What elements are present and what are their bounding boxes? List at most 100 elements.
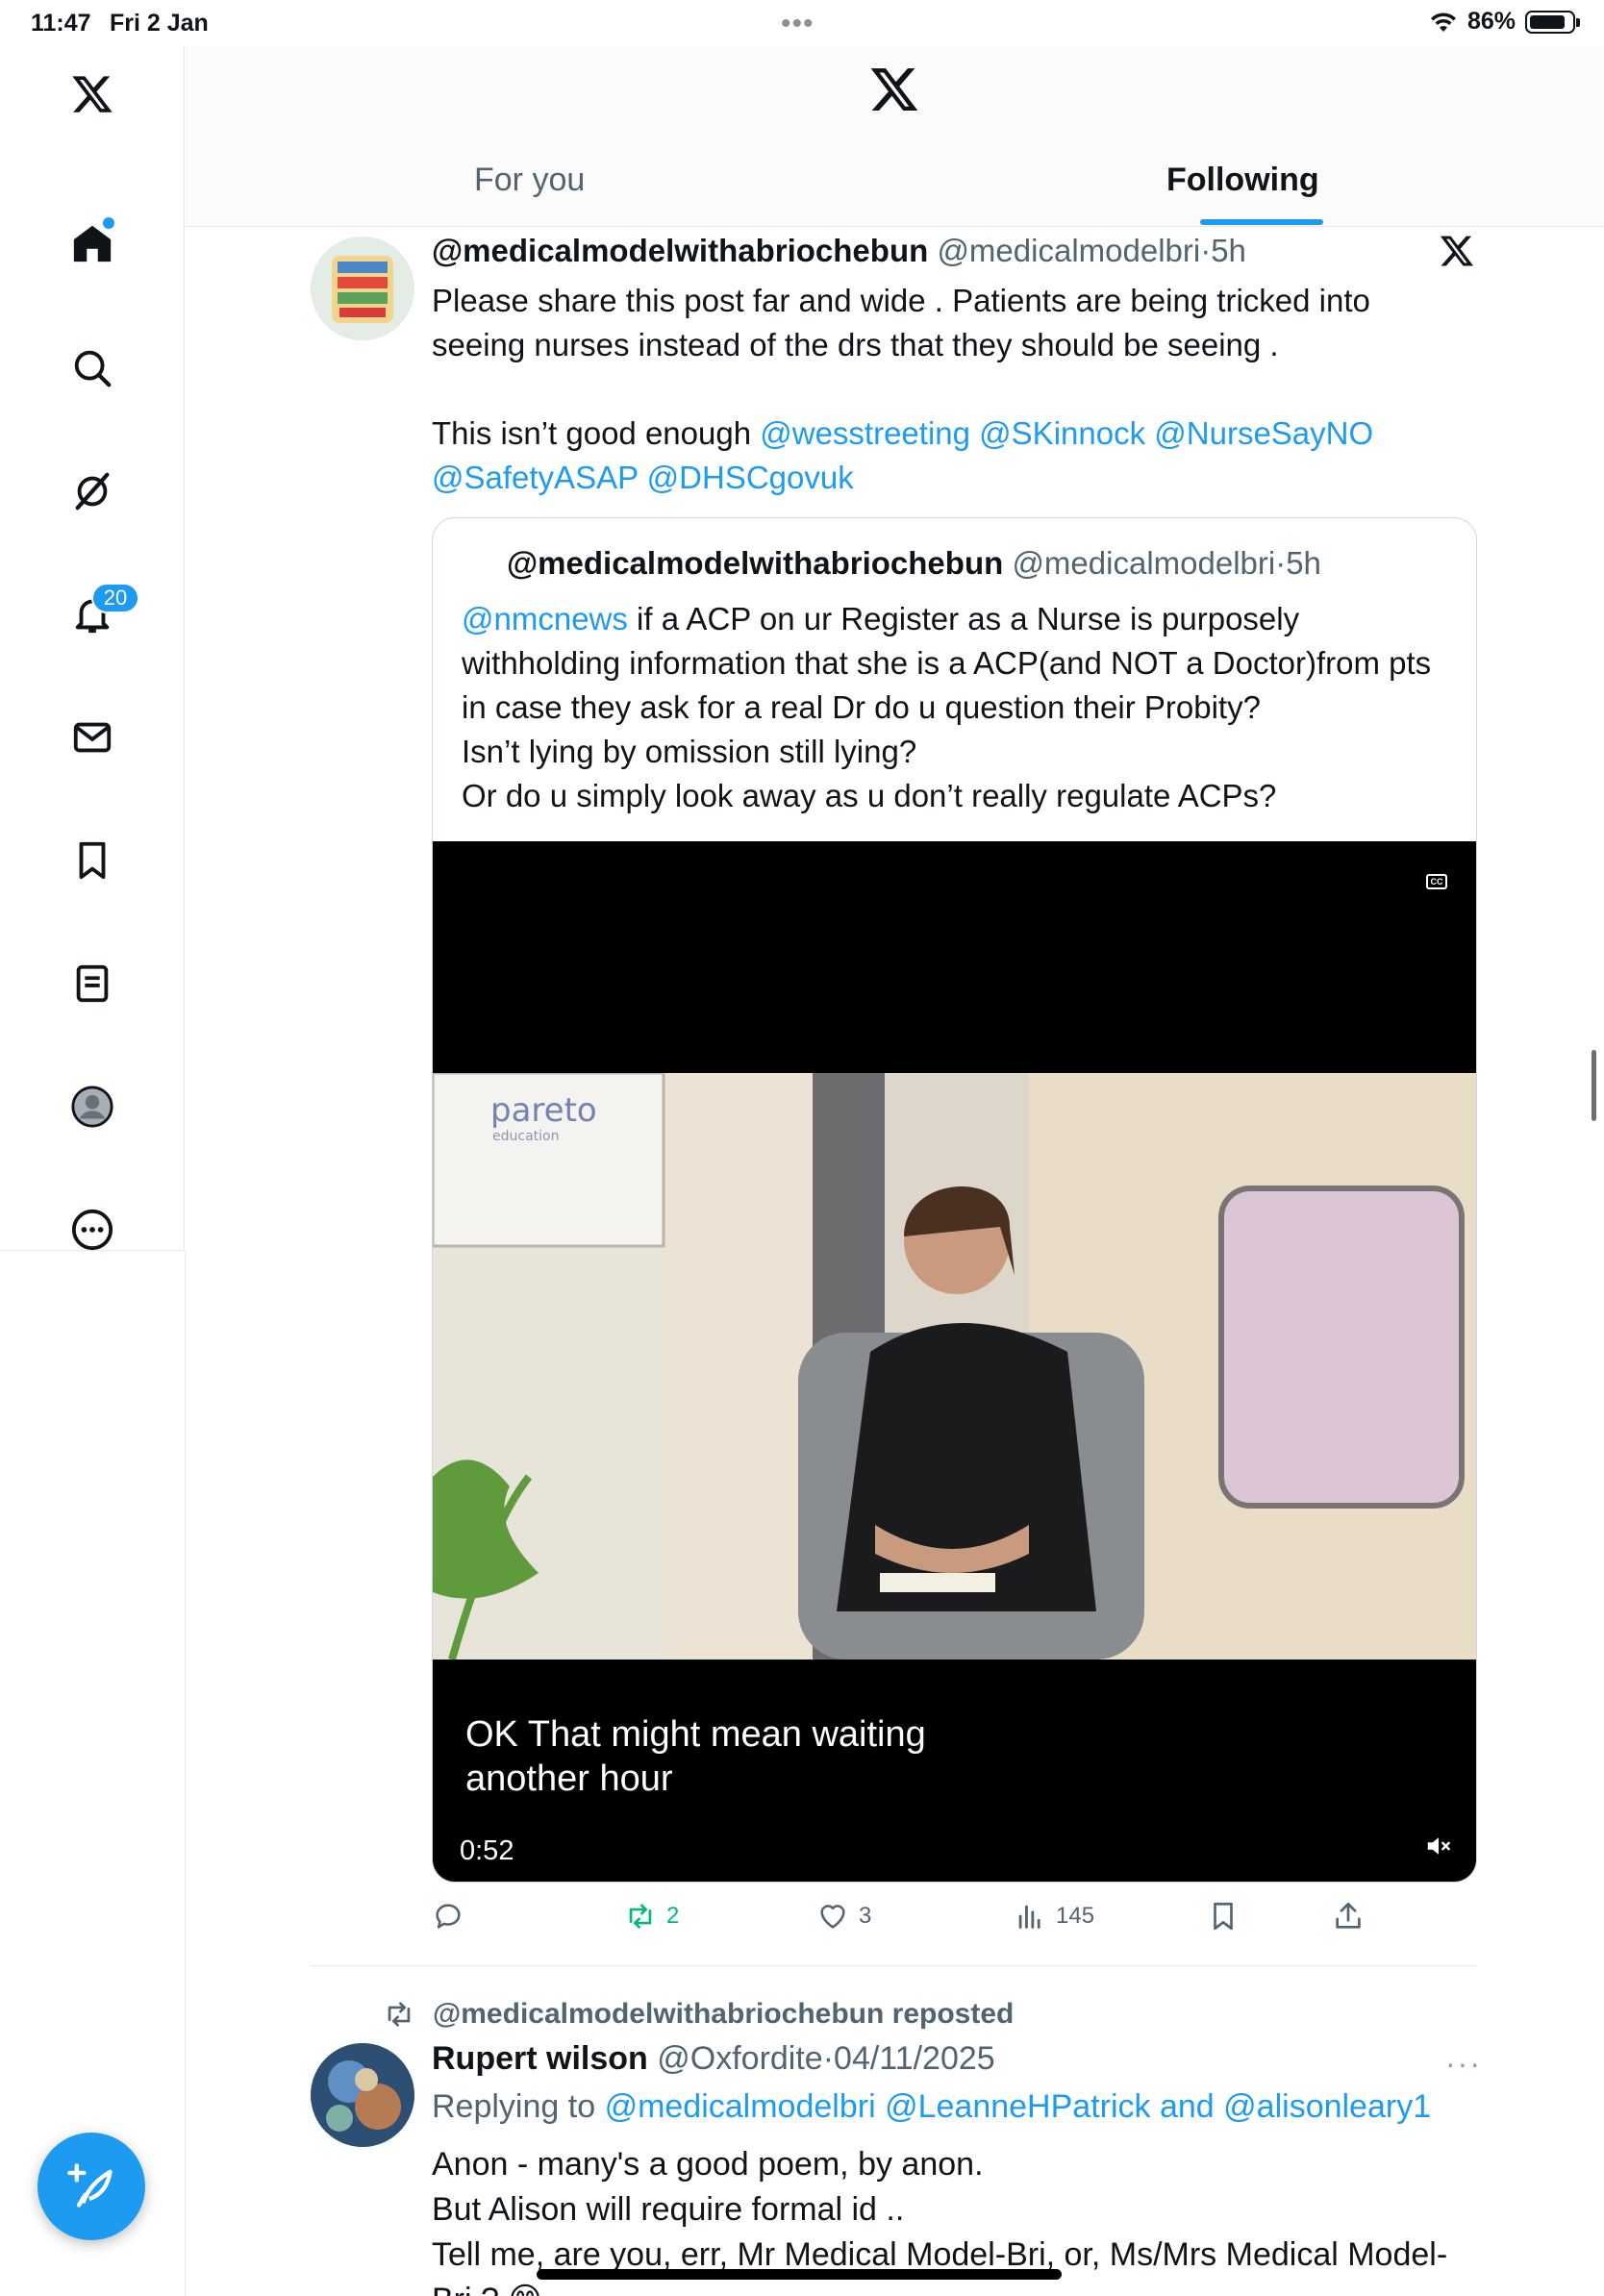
repost-icon <box>629 1904 652 1929</box>
bookmark-icon <box>1214 1902 1233 1931</box>
video-duration: 0:52 <box>460 1835 514 1866</box>
notifications-badge: 20 <box>91 583 139 613</box>
video-caption: OK That might mean waiting another hour <box>465 1714 926 1799</box>
mention-link[interactable]: @SKinnock <box>979 415 1145 451</box>
tweet-text-prefix: This isn’t good enough <box>432 415 752 451</box>
views-button[interactable]: 145 <box>1014 1900 1094 1933</box>
messages-icon[interactable] <box>49 694 136 781</box>
tab-for-you[interactable]: For you <box>474 162 585 199</box>
repost-button[interactable]: 2 <box>624 1900 679 1933</box>
status-right: 86% <box>1429 8 1580 36</box>
home-unread-dot <box>103 217 114 229</box>
timestamp[interactable]: 5h <box>1286 545 1321 581</box>
x-logo-icon[interactable] <box>868 63 920 115</box>
mention-link[interactable]: @medicalmodelbri <box>605 2088 876 2125</box>
heart-icon <box>820 1905 845 1929</box>
video-brand: pareto <box>490 1091 597 1130</box>
mention-link[interactable]: @DHSCgovuk <box>647 460 854 495</box>
like-button[interactable]: 3 <box>816 1900 871 1933</box>
feather-plus-icon <box>67 2163 113 2208</box>
lists-icon[interactable] <box>49 940 136 1027</box>
x-logo-icon <box>1440 236 1474 266</box>
more-options-button[interactable]: ··· <box>1445 2046 1482 2082</box>
home-indicator[interactable] <box>537 2269 1062 2280</box>
tweet-text: Please share this post far and wide . Pa… <box>432 279 1451 500</box>
tweet-actions: 2 3 145 <box>432 1900 1451 1944</box>
views-chart-icon <box>1018 1905 1040 1929</box>
reposted-by[interactable]: @medicalmodelwithabriochebun reposted <box>433 1998 1014 2031</box>
display-name[interactable]: Rupert wilson <box>432 2040 648 2077</box>
battery-percent: 86% <box>1466 8 1516 35</box>
display-name[interactable]: @medicalmodelwithabriochebun <box>507 545 1003 581</box>
quote-para-2: Isn’t lying by omission still lying? <box>462 734 917 769</box>
view-count: 145 <box>1056 1903 1095 1929</box>
status-bar: 11:47 Fri 2 Jan ••• 86% <box>0 0 1604 46</box>
status-date: Fri 2 Jan <box>110 10 209 37</box>
repost-context: @medicalmodelwithabriochebun reposted <box>383 1998 1014 2031</box>
video-frame-image: pareto education <box>433 1073 1476 1660</box>
quote-para-3: Or do u simply look away as u don’t real… <box>462 778 1277 813</box>
muted-speaker-icon[interactable] <box>1424 1832 1453 1860</box>
side-nav: 20 <box>0 46 185 1251</box>
tab-following[interactable]: Following <box>1166 162 1319 199</box>
scrollbar[interactable] <box>1591 1050 1596 1121</box>
notifications-icon[interactable]: 20 <box>49 571 139 658</box>
tweet-header: Rupert wilson @Oxfordite·04/11/2025 <box>432 2040 995 2078</box>
home-icon[interactable] <box>49 200 136 287</box>
multitasking-dots[interactable]: ••• <box>781 8 815 40</box>
avatar[interactable] <box>311 2043 414 2147</box>
replying-and: and <box>1159 2088 1215 2125</box>
video-brand-sub: education <box>492 1129 559 1144</box>
status-time: 11:47 <box>31 10 91 37</box>
timestamp[interactable]: 5h <box>1211 233 1246 268</box>
timestamp[interactable]: 04/11/2025 <box>834 2040 995 2077</box>
tweet-line-3: Tell me, are you, err, Mr Medical Model-… <box>432 2236 1448 2296</box>
display-name[interactable]: @medicalmodelwithabriochebun <box>432 233 928 268</box>
mention-link[interactable]: @wesstreeting <box>760 415 970 451</box>
tweet-header: @medicalmodelwithabriochebun @medicalmod… <box>432 233 1246 269</box>
mention-link[interactable]: @SafetyASAP <box>432 460 639 495</box>
battery-icon <box>1525 10 1580 34</box>
handle[interactable]: @medicalmodelbri <box>937 233 1200 268</box>
video-frame: pareto education <box>433 1073 1476 1660</box>
reply-icon <box>436 1904 461 1929</box>
separator: · <box>1275 545 1287 581</box>
grok-icon[interactable] <box>49 448 136 535</box>
timeline-header: For you Following <box>186 46 1604 227</box>
video-player[interactable]: CC pareto education OK That might mean w… <box>433 841 1476 1882</box>
like-count: 3 <box>859 1903 872 1929</box>
mention-link[interactable]: @LeanneHPatrick <box>885 2088 1150 2125</box>
handle[interactable]: @Oxfordite <box>657 2040 822 2077</box>
quote-header: @medicalmodelwithabriochebun @medicalmod… <box>507 545 1321 582</box>
nav-divider <box>185 1251 186 2296</box>
reply-button[interactable] <box>432 1900 474 1933</box>
quoted-tweet[interactable]: @medicalmodelwithabriochebun @medicalmod… <box>432 517 1477 1883</box>
share-icon <box>1336 1902 1361 1929</box>
profile-icon[interactable] <box>49 1063 136 1150</box>
mention-link[interactable]: @NurseSayNO <box>1154 415 1373 451</box>
wifi-icon <box>1430 12 1456 32</box>
mention-link[interactable]: @nmcnews <box>462 601 628 636</box>
replying-prefix: Replying to <box>432 2088 596 2125</box>
captions-button[interactable]: CC <box>1426 874 1447 889</box>
bookmarks-icon[interactable] <box>49 817 136 904</box>
x-logo-icon[interactable] <box>49 51 136 137</box>
repost-count: 2 <box>666 1903 680 1929</box>
quote-para-1: @nmcnews if a ACP on ur Register as a Nu… <box>462 597 1462 730</box>
share-button[interactable] <box>1332 1900 1365 1933</box>
tweet-text-para-2: This isn’t good enough @wesstreeting @SK… <box>432 412 1451 500</box>
separator: · <box>822 2040 835 2077</box>
handle[interactable]: @medicalmodelbri <box>1012 545 1275 581</box>
repost-icon <box>388 2002 411 2027</box>
tweet-text-para-1: Please share this post far and wide . Pa… <box>432 283 1370 362</box>
mention-link[interactable]: @alisonleary1 <box>1223 2088 1431 2125</box>
compose-button[interactable] <box>38 2133 145 2240</box>
tweet-divider <box>311 1965 1477 1966</box>
active-tab-indicator <box>1200 219 1323 225</box>
tweet-line-1: Anon - many's a good poem, by anon. <box>432 2146 984 2183</box>
avatar[interactable] <box>311 237 414 340</box>
search-icon[interactable] <box>49 325 136 412</box>
more-icon[interactable] <box>49 1186 136 1273</box>
bookmark-button[interactable] <box>1207 1900 1240 1933</box>
replying-to: Replying to @medicalmodelbri @LeanneHPat… <box>432 2088 1431 2126</box>
